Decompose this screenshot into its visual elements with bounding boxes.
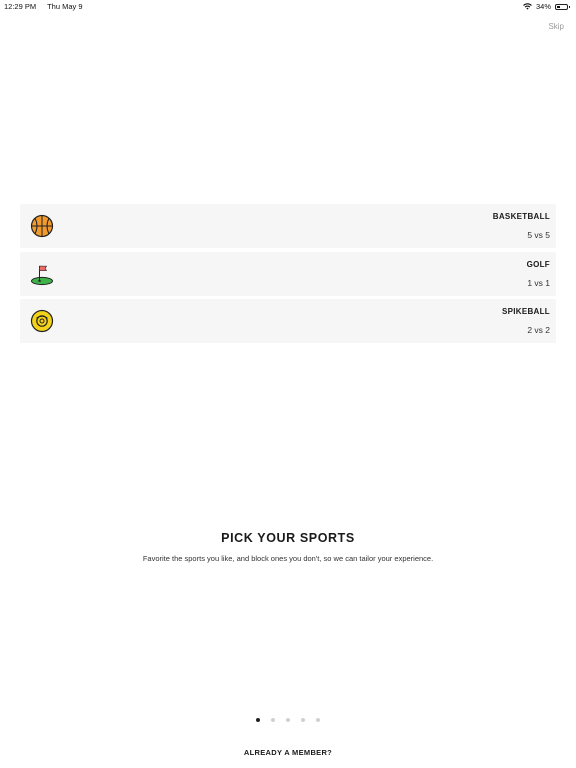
battery-fill bbox=[557, 5, 561, 8]
battery-percent: 34% bbox=[535, 2, 551, 11]
sport-format: 5 vs 5 bbox=[527, 230, 550, 240]
sport-row-spikeball[interactable]: SPIKEBALL 2 vs 2 bbox=[20, 299, 556, 343]
page-indicator bbox=[0, 718, 576, 722]
sport-format: 2 vs 2 bbox=[527, 325, 550, 335]
battery-icon bbox=[555, 3, 570, 10]
page-dot-5[interactable] bbox=[316, 718, 320, 722]
sport-list: BASKETBALL 5 vs 5 GOLF 1 vs 1 SPIKEBALL … bbox=[20, 204, 556, 347]
sport-row-golf[interactable]: GOLF 1 vs 1 bbox=[20, 251, 556, 296]
page-description: Favorite the sports you like, and block … bbox=[142, 554, 434, 563]
status-left: 12:29 PM Thu May 9 bbox=[4, 2, 92, 11]
already-member-link[interactable]: ALREADY A MEMBER? bbox=[0, 748, 576, 757]
page-title: PICK YOUR SPORTS bbox=[221, 531, 355, 545]
basketball-icon bbox=[30, 214, 54, 238]
sport-name: SPIKEBALL bbox=[501, 307, 550, 316]
page-dot-4[interactable] bbox=[301, 718, 305, 722]
sport-name: BASKETBALL bbox=[492, 212, 550, 221]
status-time: 12:29 PM bbox=[4, 2, 37, 11]
status-right: 34% bbox=[523, 2, 570, 11]
status-date: Thu May 9 bbox=[47, 2, 83, 11]
status-bar: 12:29 PM Thu May 9 34% bbox=[0, 0, 576, 14]
page-dot-3[interactable] bbox=[286, 718, 290, 722]
sport-row-basketball[interactable]: BASKETBALL 5 vs 5 bbox=[20, 204, 556, 248]
page-dot-2[interactable] bbox=[271, 718, 275, 722]
wifi-icon bbox=[523, 3, 532, 10]
golf-flag-icon bbox=[31, 265, 53, 285]
sport-name: GOLF bbox=[526, 259, 550, 269]
skip-button[interactable]: Skip bbox=[548, 22, 564, 31]
spikeball-icon bbox=[30, 309, 54, 333]
sport-format: 1 vs 1 bbox=[527, 277, 550, 288]
page-dot-1[interactable] bbox=[256, 718, 260, 722]
